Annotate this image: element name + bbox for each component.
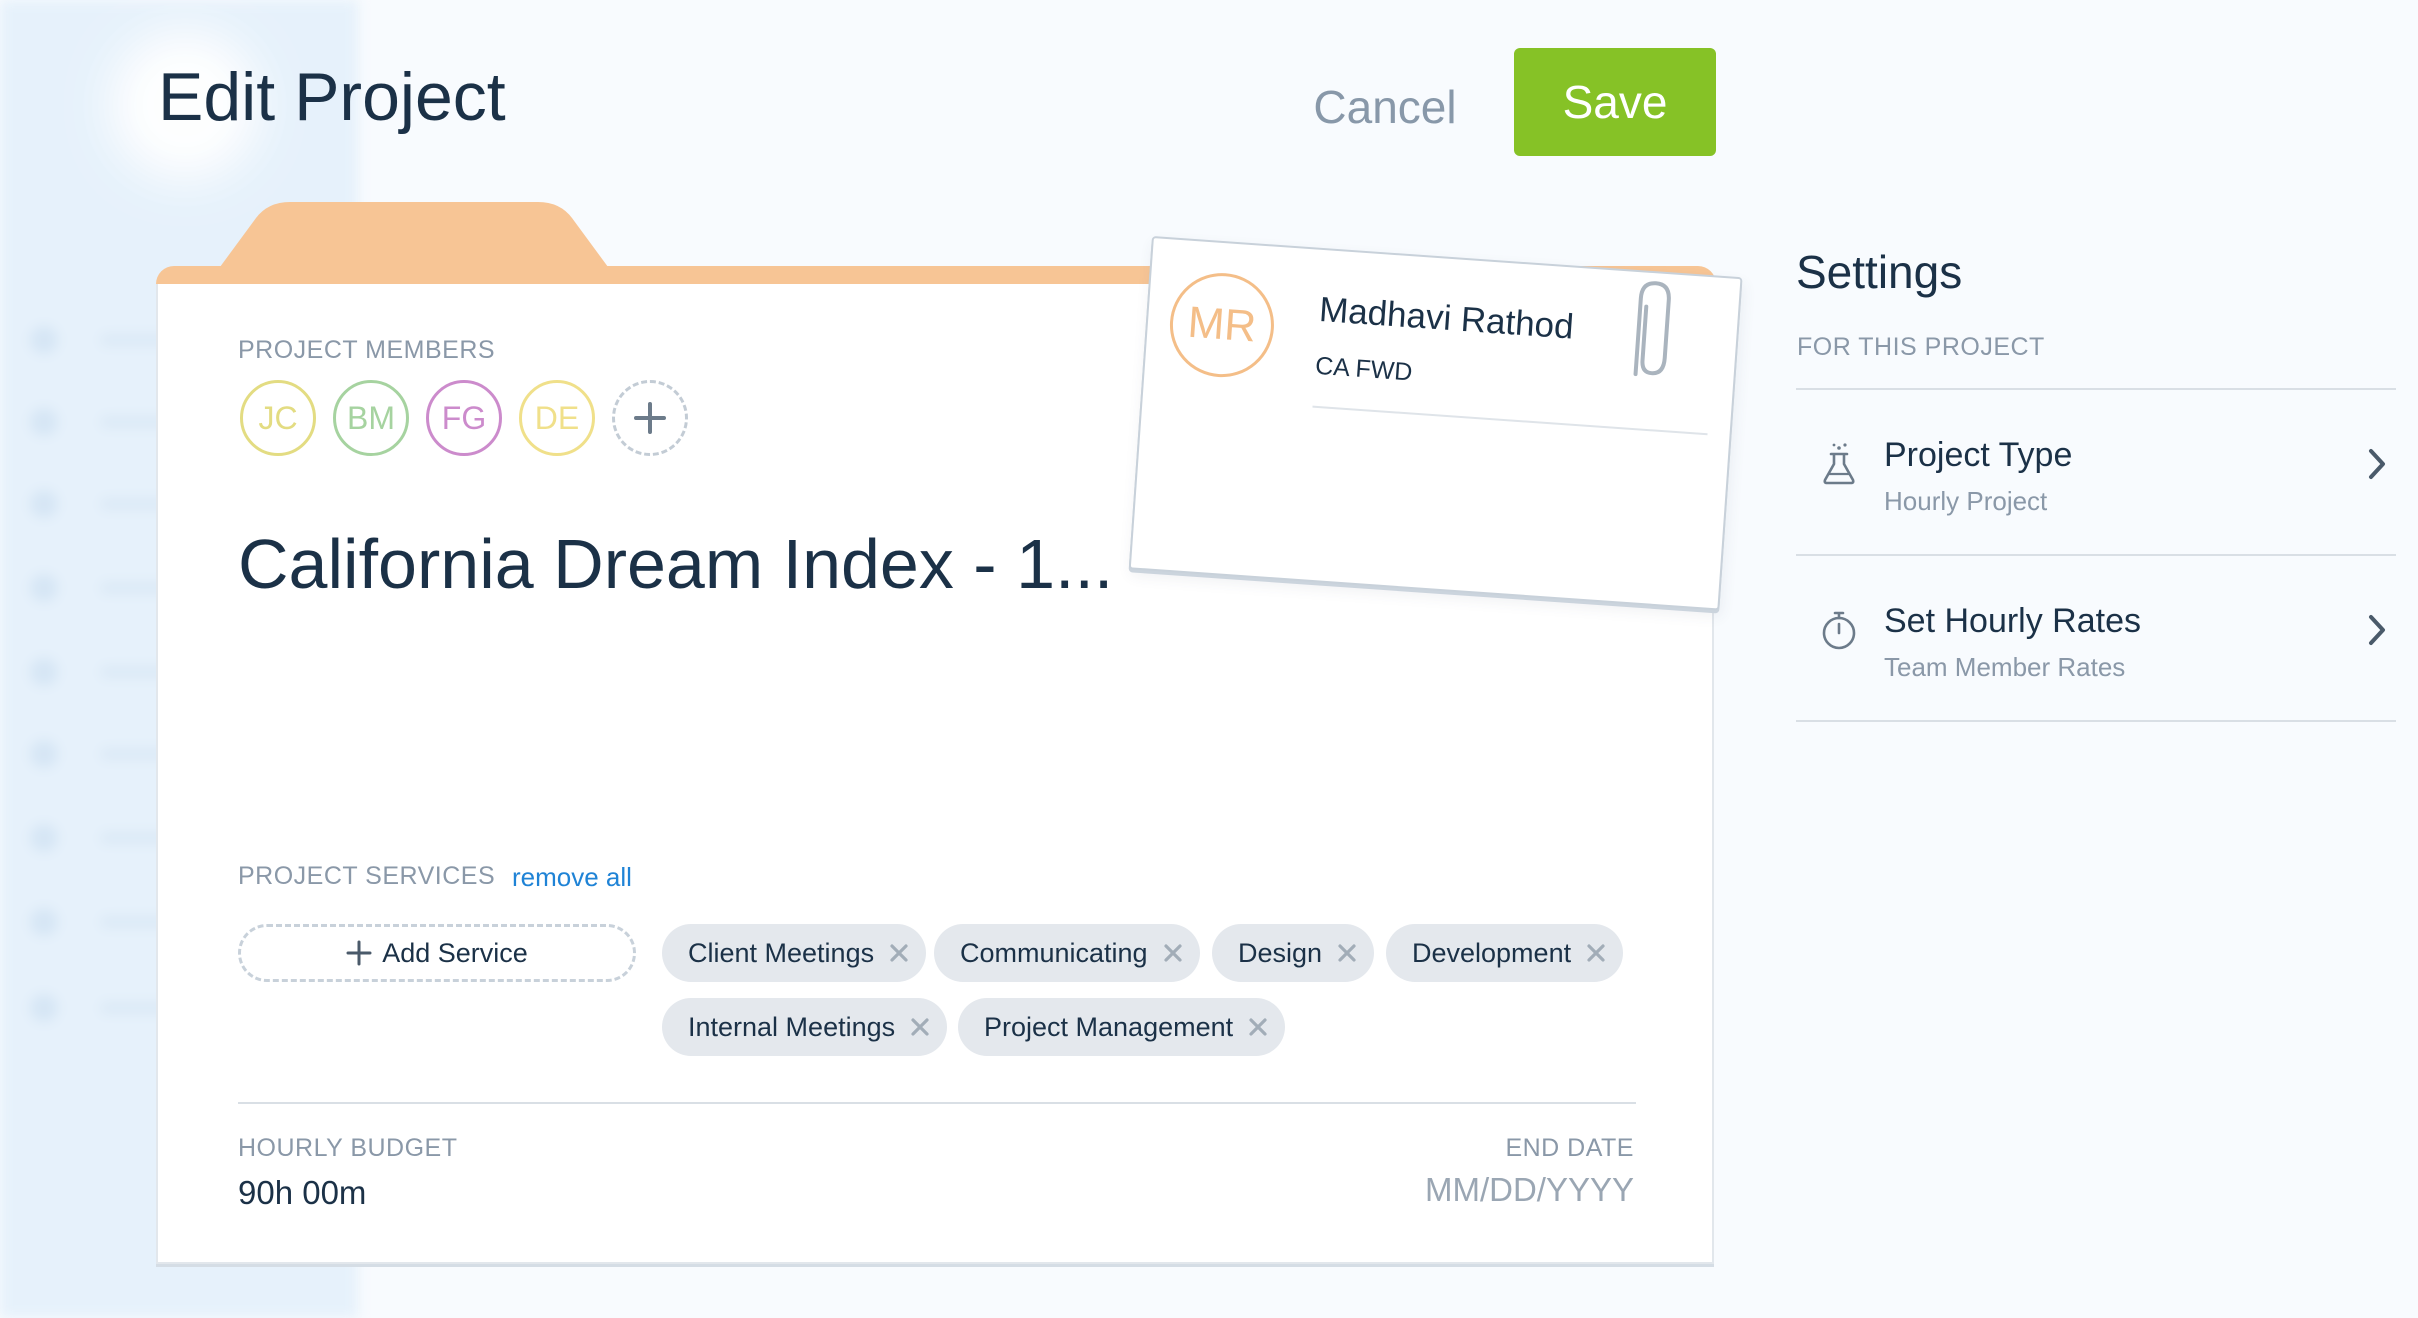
chevron-right-icon <box>2369 449 2385 479</box>
cancel-button[interactable]: Cancel <box>1300 72 1470 142</box>
service-chip-label: Communicating <box>960 937 1148 968</box>
settings-item-subtitle: Hourly Project <box>1884 486 2048 516</box>
project-services-label: PROJECT SERVICES <box>238 862 496 890</box>
close-icon[interactable] <box>1585 942 1607 964</box>
card-line <box>1312 405 1708 436</box>
member-avatar-jc[interactable]: JC <box>240 380 316 456</box>
flask-icon <box>1823 443 1855 485</box>
settings-item-project-type[interactable]: Project Type Hourly Project <box>1796 390 2396 554</box>
service-chip-label: Design <box>1238 937 1323 968</box>
remove-all-link[interactable]: remove all <box>512 862 632 893</box>
close-icon[interactable] <box>1336 942 1358 964</box>
divider <box>238 1102 1636 1104</box>
service-chip: Client Meetings <box>662 924 927 982</box>
end-date-label: END DATE <box>1505 1134 1634 1162</box>
member-profile-card[interactable]: MR Madhavi Rathod CA FWD <box>1128 236 1743 611</box>
project-name[interactable]: California Dream Index - 1... <box>238 524 1113 604</box>
member-avatar-fg[interactable]: FG <box>426 380 502 456</box>
service-chip-label: Internal Meetings <box>688 1011 896 1042</box>
close-icon[interactable] <box>1247 1016 1269 1038</box>
service-chip: Communicating <box>934 924 1200 982</box>
add-service-label: Add Service <box>382 937 528 968</box>
settings-item-subtitle: Team Member Rates <box>1884 652 2126 682</box>
project-members-label: PROJECT MEMBERS <box>238 336 496 364</box>
add-member-button[interactable] <box>612 380 688 456</box>
plus-icon <box>634 402 666 434</box>
settings-item-hourly-rates[interactable]: Set Hourly Rates Team Member Rates <box>1796 556 2396 720</box>
service-chip-label: Project Management <box>984 1011 1234 1042</box>
plus-icon <box>346 940 372 966</box>
avatar-initials: MR <box>1186 297 1258 352</box>
close-icon[interactable] <box>909 1016 931 1038</box>
avatar: MR <box>1166 269 1278 381</box>
member-name: Madhavi Rathod <box>1317 289 1575 347</box>
chevron-right-icon <box>2369 615 2385 645</box>
settings-title: Settings <box>1796 246 1963 298</box>
member-initials: DE <box>534 399 580 436</box>
member-avatar-bm[interactable]: BM <box>333 380 409 456</box>
stopwatch-icon <box>1822 611 1856 650</box>
add-service-button[interactable]: Add Service <box>238 924 636 982</box>
service-chip: Internal Meetings <box>662 998 948 1056</box>
service-chip: Project Management <box>958 998 1286 1056</box>
member-role: CA FWD <box>1314 351 1414 387</box>
divider <box>1796 720 2396 722</box>
end-date-input[interactable] <box>1374 1168 1634 1212</box>
settings-item-title: Set Hourly Rates <box>1884 602 2141 640</box>
member-initials: BM <box>347 399 395 436</box>
member-initials: FG <box>441 399 487 436</box>
service-chip-label: Client Meetings <box>688 937 875 968</box>
settings-item-title: Project Type <box>1884 436 2073 474</box>
member-initials: JC <box>258 399 298 436</box>
close-icon[interactable] <box>888 942 910 964</box>
hourly-budget-value[interactable]: 90h 00m <box>238 1174 366 1212</box>
save-button[interactable]: Save <box>1514 48 1716 156</box>
close-icon[interactable] <box>1162 942 1184 964</box>
paperclip-icon <box>1633 281 1671 377</box>
service-chip: Development <box>1386 924 1624 982</box>
page-title: Edit Project <box>158 59 506 135</box>
settings-subtitle: FOR THIS PROJECT <box>1797 333 2045 361</box>
hourly-budget-label: HOURLY BUDGET <box>238 1134 458 1162</box>
service-chip: Design <box>1212 924 1375 982</box>
member-avatar-de[interactable]: DE <box>519 380 595 456</box>
service-chip-label: Development <box>1412 937 1572 968</box>
